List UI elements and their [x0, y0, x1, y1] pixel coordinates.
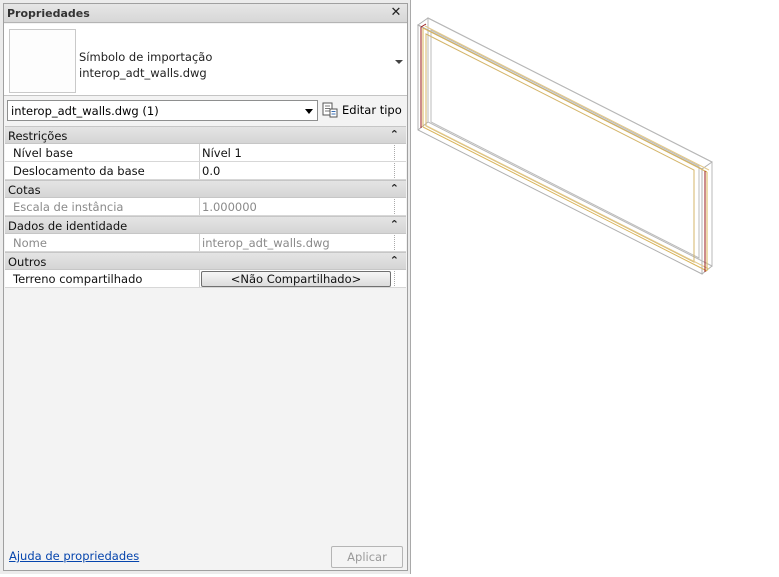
column-divider: [199, 270, 200, 287]
collapse-chevron-icon[interactable]: ⌃: [390, 254, 399, 267]
property-row-terreno-compartilhado[interactable]: Terreno compartilhado <Não Compartilhado…: [5, 270, 406, 288]
property-value[interactable]: Nível 1: [202, 146, 242, 160]
section-header-dados-identidade[interactable]: Dados de identidade ⌃: [5, 216, 406, 234]
apply-button[interactable]: Aplicar: [331, 546, 403, 568]
property-label: Deslocamento da base: [13, 164, 145, 178]
palette-title: Propriedades: [7, 7, 90, 20]
shared-site-button[interactable]: <Não Compartilhado>: [201, 271, 391, 287]
type-selector[interactable]: Símbolo de importação interop_adt_walls.…: [4, 24, 407, 96]
section-title: Restrições: [8, 129, 68, 143]
edit-type-button[interactable]: Editar tipo: [321, 100, 405, 121]
property-value: interop_adt_walls.dwg: [202, 236, 330, 250]
instance-filter-value: interop_adt_walls.dwg (1): [11, 104, 159, 118]
section-header-cotas[interactable]: Cotas ⌃: [5, 180, 406, 198]
imported-wall-3d-view[interactable]: [412, 0, 779, 574]
chevron-down-icon[interactable]: [305, 109, 313, 114]
row-edge: [394, 199, 406, 214]
palette-titlebar[interactable]: Propriedades ✕: [4, 4, 407, 23]
properties-empty-area: [5, 288, 406, 542]
property-label: Terreno compartilhado: [13, 272, 143, 286]
properties-panel: Propriedades ✕ Símbolo de importação int…: [3, 3, 408, 571]
instance-filter-dropdown[interactable]: interop_adt_walls.dwg (1): [7, 100, 318, 121]
collapse-chevron-icon[interactable]: ⌃: [390, 128, 399, 141]
row-edge: [394, 271, 406, 286]
model-viewport[interactable]: [412, 0, 779, 574]
type-name: interop_adt_walls.dwg: [79, 66, 207, 80]
property-label: Nome: [13, 236, 47, 250]
row-edge: [394, 145, 406, 160]
section-title: Dados de identidade: [8, 219, 128, 233]
collapse-chevron-icon[interactable]: ⌃: [390, 218, 399, 231]
property-label: Escala de instância: [13, 200, 124, 214]
close-icon[interactable]: ✕: [389, 5, 403, 20]
properties-help-link[interactable]: Ajuda de propriedades: [9, 549, 139, 563]
section-header-outros[interactable]: Outros ⌃: [5, 252, 406, 270]
column-divider: [199, 144, 200, 161]
property-label: Nível base: [13, 146, 73, 160]
property-row-escala-instancia: Escala de instância 1.000000: [5, 198, 406, 216]
property-row-nivel-base[interactable]: Nível base Nível 1: [5, 144, 406, 162]
instance-filter-row: interop_adt_walls.dwg (1) Editar tipo: [4, 98, 407, 126]
column-divider: [199, 198, 200, 215]
row-edge: [394, 163, 406, 178]
collapse-chevron-icon[interactable]: ⌃: [390, 182, 399, 195]
section-header-restricoes[interactable]: Restrições ⌃: [5, 126, 406, 144]
edit-type-label: Editar tipo: [342, 103, 402, 117]
chevron-down-icon[interactable]: [395, 60, 403, 64]
properties-grid: Restrições ⌃ Nível base Nível 1 Deslocam…: [5, 126, 406, 288]
property-value[interactable]: 0.0: [202, 164, 220, 178]
property-row-nome: Nome interop_adt_walls.dwg: [5, 234, 406, 252]
properties-palette: Propriedades ✕ Símbolo de importação int…: [0, 0, 411, 574]
section-title: Cotas: [8, 183, 41, 197]
section-title: Outros: [8, 255, 47, 269]
property-row-deslocamento-base[interactable]: Deslocamento da base 0.0: [5, 162, 406, 180]
edit-type-icon: [322, 102, 338, 118]
type-family-name: Símbolo de importação: [79, 50, 213, 64]
type-preview-image: [9, 29, 76, 93]
column-divider: [199, 234, 200, 251]
row-edge: [394, 235, 406, 250]
property-value: 1.000000: [202, 200, 257, 214]
column-divider: [199, 162, 200, 179]
